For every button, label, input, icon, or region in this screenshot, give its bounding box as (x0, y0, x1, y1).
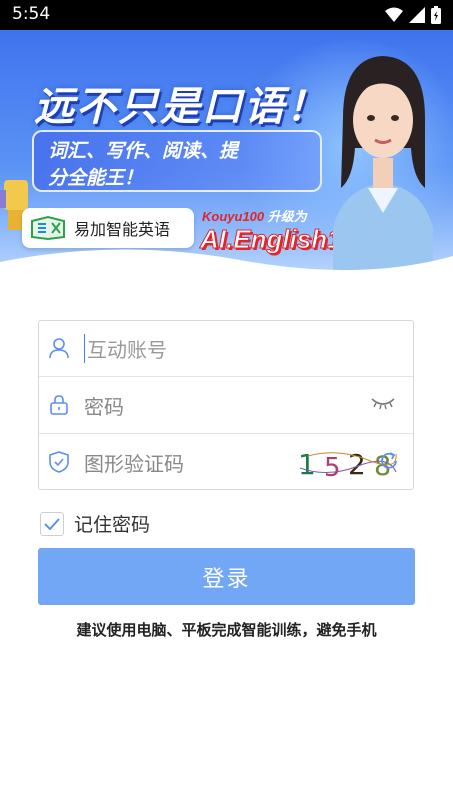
shield-check-icon (49, 451, 69, 473)
svg-text:5: 5 (324, 453, 341, 482)
signal-icon (409, 7, 425, 23)
upgrade-text: 升级为 (267, 209, 307, 224)
remember-checkbox[interactable] (40, 511, 64, 536)
status-time: 5:54 (12, 4, 51, 24)
eye-closed-icon[interactable] (370, 395, 396, 411)
brand-logo-icon (31, 215, 65, 241)
promo-banner: 远不只是口语！ 词汇、写作、阅读、提 分全能王！ 易加智能英语 Kouyu100… (0, 30, 453, 280)
captcha-field[interactable]: 图形验证码 1 5 2 8 (38, 434, 414, 490)
account-input[interactable]: 互动账号 (84, 333, 167, 363)
password-field[interactable]: 密码 (38, 377, 414, 433)
status-bar: 5:54 (0, 0, 453, 30)
refresh-icon[interactable] (378, 450, 400, 472)
remember-label: 记住密码 (74, 514, 151, 536)
banner-subtitle-line1: 词汇、写作、阅读、提 (48, 140, 239, 162)
banner-wave (0, 249, 453, 280)
banner-headline: 远不只是口语！ (34, 85, 328, 129)
device-tip: 建议使用电脑、平板完成智能训练，避免手机 (76, 621, 377, 639)
captcha-input[interactable]: 图形验证码 (84, 448, 184, 477)
login-button[interactable]: 登录 (38, 548, 415, 605)
lock-icon (50, 395, 68, 415)
kouyu-text: Kouyu100 (202, 209, 265, 224)
brand-label: 易加智能英语 (74, 220, 171, 239)
battery-icon (431, 6, 441, 24)
check-icon (44, 517, 60, 530)
banner-subtitle-line2: 分全能王！ (48, 167, 144, 189)
brand-divider (190, 212, 192, 246)
user-icon (49, 338, 69, 359)
status-icons (385, 6, 441, 24)
svg-text:1: 1 (298, 448, 316, 481)
account-field[interactable]: 互动账号 (38, 320, 414, 376)
banner-subtitle-card: 词汇、写作、阅读、提 分全能王！ (32, 130, 322, 192)
login-label: 登录 (202, 566, 251, 592)
kouyu-logo: Kouyu100 升级为 (202, 206, 307, 225)
remember-password[interactable]: 记住密码 (40, 510, 150, 537)
password-input[interactable]: 密码 (84, 391, 124, 420)
wifi-icon (385, 7, 403, 22)
